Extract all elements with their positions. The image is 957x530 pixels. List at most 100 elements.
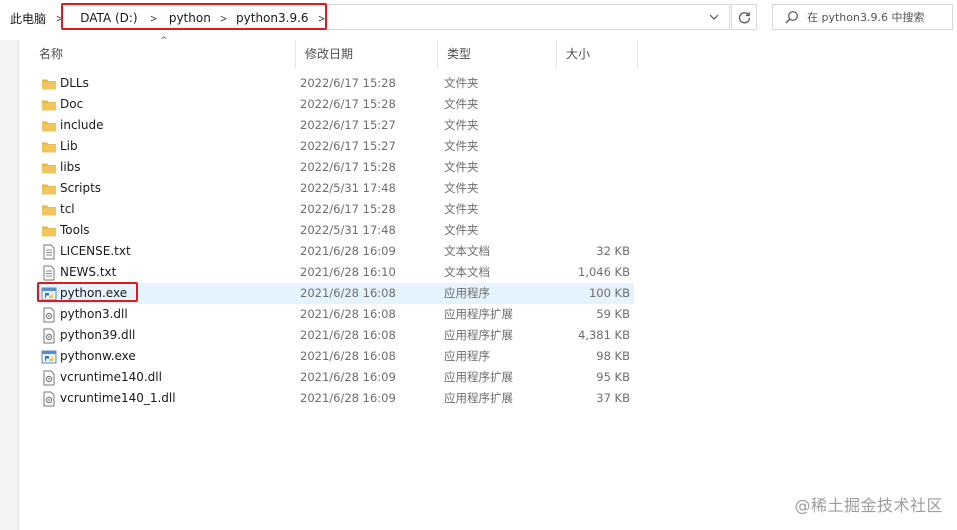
column-header-date[interactable]: 修改日期 — [296, 40, 438, 68]
file-modified-date: 2022/6/17 15:28 — [300, 202, 396, 216]
search-box[interactable] — [772, 4, 953, 30]
file-size: 100 KB — [588, 286, 630, 300]
breadcrumb-this-pc[interactable]: 此电脑 — [10, 10, 46, 27]
breadcrumb-highlight-annotation — [61, 3, 327, 30]
dll-file-icon — [41, 391, 57, 407]
file-modified-date: 2022/6/17 15:27 — [300, 118, 396, 132]
file-name: libs — [60, 160, 81, 174]
python-exe-highlight-annotation — [37, 282, 138, 302]
list-item[interactable]: Doc 2022/6/17 15:28 文件夹 — [36, 94, 634, 115]
list-item[interactable]: python3.dll 2021/6/28 16:08 应用程序扩展 59 KB — [36, 304, 634, 325]
folder-icon — [41, 97, 57, 113]
file-size: 98 KB — [596, 349, 630, 363]
file-size: 59 KB — [596, 307, 630, 321]
file-name: vcruntime140_1.dll — [60, 391, 176, 405]
python-exe-icon — [41, 349, 57, 365]
list-item[interactable]: vcruntime140_1.dll 2021/6/28 16:09 应用程序扩展 3… — [36, 388, 634, 409]
list-item[interactable]: DLLs 2022/6/17 15:28 文件夹 — [36, 73, 634, 94]
dll-file-icon — [41, 328, 57, 344]
file-name: pythonw.exe — [60, 349, 136, 363]
column-header-type[interactable]: 类型 — [438, 40, 557, 68]
sort-ascending-icon: ^ — [160, 36, 168, 46]
file-modified-date: 2021/6/28 16:08 — [300, 286, 396, 300]
folder-icon — [41, 118, 57, 134]
watermark: @稀土掘金技术社区 — [794, 496, 943, 515]
file-type: 文件夹 — [444, 223, 479, 237]
file-type: 文件夹 — [444, 139, 479, 153]
file-name: Doc — [60, 97, 84, 111]
search-input[interactable] — [807, 10, 947, 24]
column-header-type-label: 类型 — [447, 47, 472, 61]
list-item[interactable]: pythonw.exe 2021/6/28 16:08 应用程序 98 KB — [36, 346, 634, 367]
list-item[interactable]: vcruntime140.dll 2021/6/28 16:09 应用程序扩展 95 … — [36, 367, 634, 388]
list-item[interactable]: Scripts 2022/5/31 17:48 文件夹 — [36, 178, 634, 199]
file-type: 应用程序扩展 — [444, 328, 513, 342]
file-modified-date: 2022/6/17 15:28 — [300, 160, 396, 174]
file-size: 1,046 KB — [577, 265, 630, 279]
file-size: 4,381 KB — [577, 328, 630, 342]
file-name: vcruntime140.dll — [60, 370, 162, 384]
file-size: 37 KB — [596, 391, 630, 405]
file-type: 文件夹 — [444, 181, 479, 195]
file-name: NEWS.txt — [60, 265, 117, 279]
file-name: Scripts — [60, 181, 102, 195]
file-modified-date: 2022/6/17 15:28 — [300, 76, 396, 90]
file-name: include — [60, 118, 104, 132]
file-type: 应用程序扩展 — [444, 370, 513, 384]
dll-file-icon — [41, 370, 57, 386]
list-item[interactable]: Lib 2022/6/17 15:27 文件夹 — [36, 136, 634, 157]
column-header-name[interactable]: ^ 名称 — [30, 36, 296, 68]
file-name: tcl — [60, 202, 75, 216]
file-type: 文本文档 — [444, 244, 490, 258]
file-name: LICENSE.txt — [60, 244, 131, 258]
column-header-date-label: 修改日期 — [305, 47, 354, 61]
file-name: Tools — [60, 223, 90, 237]
file-name: DLLs — [60, 76, 89, 90]
file-modified-date: 2021/6/28 16:09 — [300, 391, 396, 405]
navigation-pane[interactable] — [0, 40, 19, 530]
column-header-size-label: 大小 — [566, 47, 591, 61]
file-type: 应用程序扩展 — [444, 391, 513, 405]
file-name: Lib — [60, 139, 78, 153]
column-header-size[interactable]: 大小 — [557, 40, 638, 68]
folder-icon — [41, 202, 57, 218]
folder-icon — [41, 76, 57, 92]
list-item[interactable]: NEWS.txt 2021/6/28 16:10 文本文档 1,046 KB — [36, 262, 634, 283]
list-item[interactable]: LICENSE.txt 2021/6/28 16:09 文本文档 32 KB — [36, 241, 634, 262]
folder-icon — [41, 160, 57, 176]
dll-file-icon — [41, 307, 57, 323]
file-modified-date: 2021/6/28 16:08 — [300, 307, 396, 321]
column-header-name-label: 名称 — [39, 47, 64, 61]
folder-icon — [41, 139, 57, 155]
list-item[interactable]: libs 2022/6/17 15:28 文件夹 — [36, 157, 634, 178]
list-item[interactable]: Tools 2022/5/31 17:48 文件夹 — [36, 220, 634, 241]
search-icon — [785, 11, 798, 24]
folder-icon — [41, 181, 57, 197]
address-bar-area: 此电脑 > DATA (D:) > python > python3.9.6 > — [0, 0, 957, 36]
chevron-down-icon[interactable] — [706, 9, 722, 25]
file-modified-date: 2021/6/28 16:08 — [300, 349, 396, 363]
text-file-icon — [41, 244, 57, 260]
folder-icon — [41, 223, 57, 239]
file-modified-date: 2022/6/17 15:28 — [300, 97, 396, 111]
file-type: 应用程序 — [444, 286, 490, 300]
refresh-button[interactable] — [731, 4, 757, 30]
file-type: 文件夹 — [444, 76, 479, 90]
file-type: 文件夹 — [444, 160, 479, 174]
file-type: 文件夹 — [444, 97, 479, 111]
list-item[interactable]: python39.dll 2021/6/28 16:08 应用程序扩展 4,381 K… — [36, 325, 634, 346]
file-type: 文件夹 — [444, 202, 479, 216]
text-file-icon — [41, 265, 57, 281]
file-type: 文本文档 — [444, 265, 490, 279]
file-modified-date: 2022/6/17 15:27 — [300, 139, 396, 153]
file-modified-date: 2022/5/31 17:48 — [300, 223, 396, 237]
list-item[interactable]: tcl 2022/6/17 15:28 文件夹 — [36, 199, 634, 220]
file-size: 95 KB — [596, 370, 630, 384]
file-name: python39.dll — [60, 328, 136, 342]
list-item[interactable]: include 2022/6/17 15:27 文件夹 — [36, 115, 634, 136]
file-type: 应用程序扩展 — [444, 307, 513, 321]
file-modified-date: 2021/6/28 16:09 — [300, 370, 396, 384]
file-type: 应用程序 — [444, 349, 490, 363]
file-modified-date: 2021/6/28 16:10 — [300, 265, 396, 279]
refresh-icon — [738, 11, 750, 23]
